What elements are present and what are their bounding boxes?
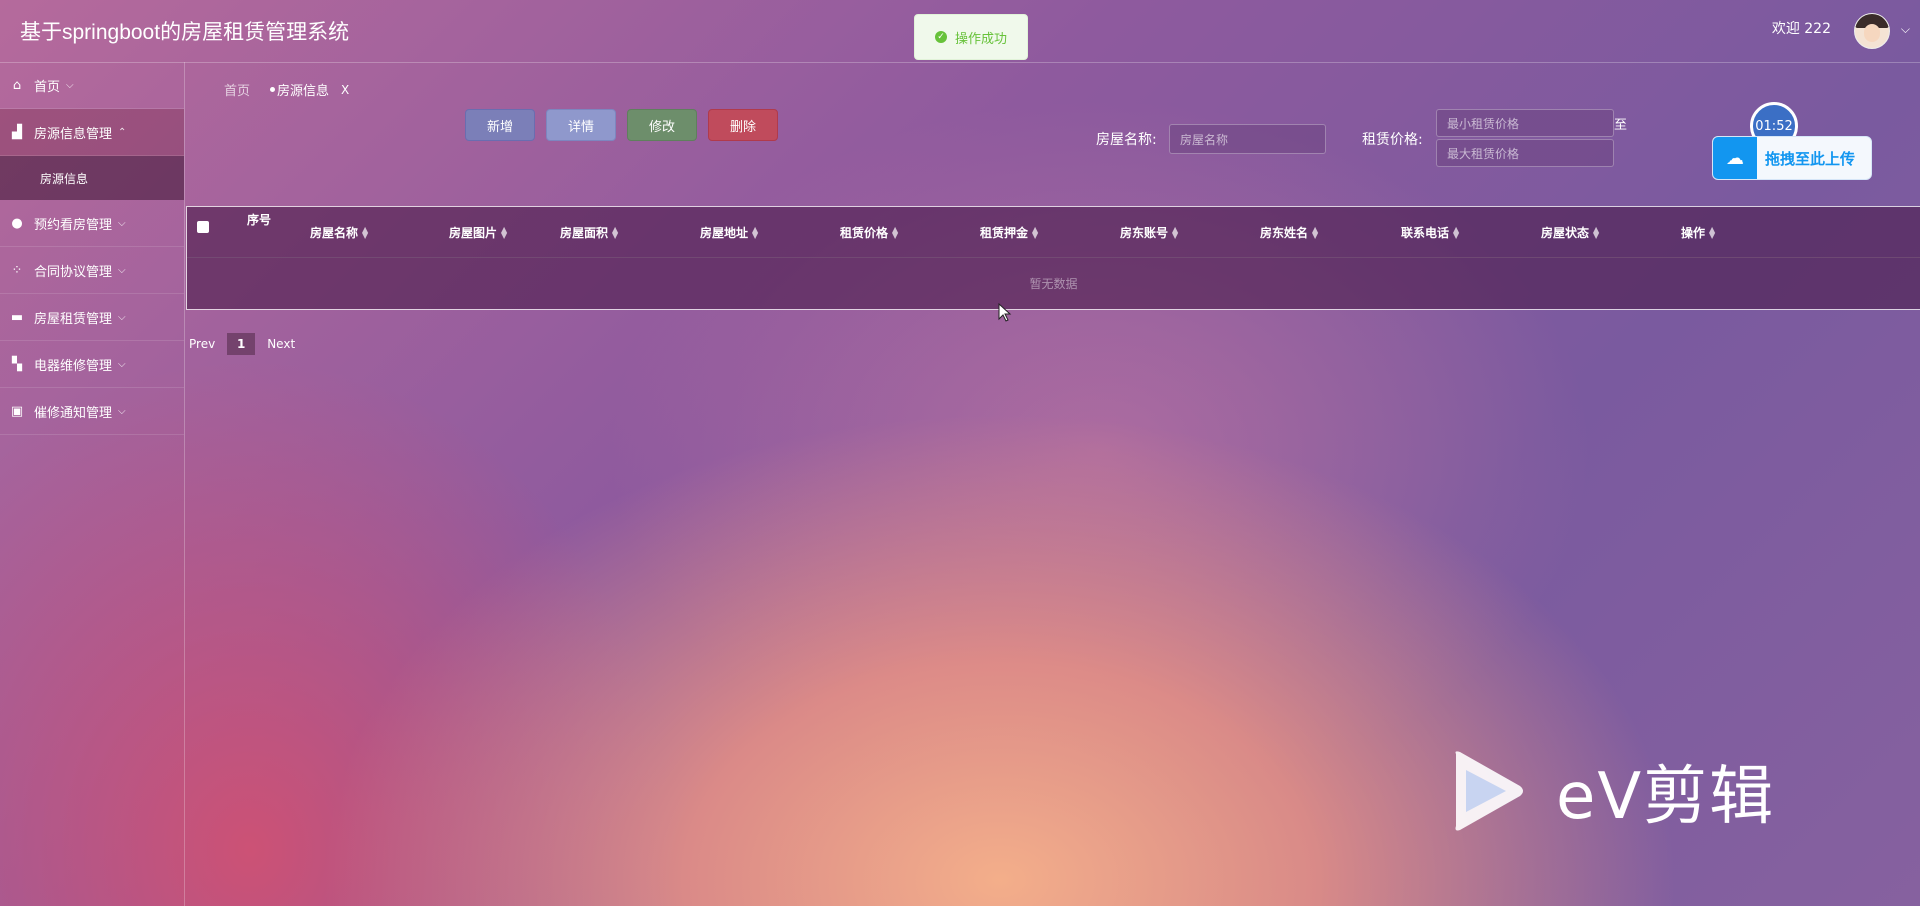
min-price-input[interactable]: 最小租赁价格	[1436, 109, 1614, 137]
sort-icon: ▲ ▼	[1453, 224, 1460, 240]
sort-icon: ▲ ▼	[501, 224, 508, 240]
sidebar-item-label: 房源信息	[40, 171, 89, 186]
sort-icon: ▲ ▼	[362, 224, 369, 240]
add-button[interactable]: 新增	[465, 109, 535, 141]
sidebar-item-label: 预约看房管理	[34, 217, 113, 233]
data-table: 序号 房屋名称 ▲ ▼ 房屋图片 ▲ ▼ 房屋面积 ▲ ▼ 房屋地址 ▲ ▼ 租赁价格 ▲ ▼ 租赁…	[186, 206, 1920, 310]
chevron-down-icon: ⌵	[118, 264, 126, 276]
chevron-down-icon: ⌵	[118, 311, 126, 323]
name-input[interactable]: 房屋名称	[1169, 124, 1326, 154]
breadcrumb: 首页 房源信息 X	[224, 80, 349, 100]
max-price-input[interactable]: 最大租赁价格	[1436, 139, 1614, 167]
column-header[interactable]: 房屋名称 ▲ ▼	[310, 224, 368, 241]
sidebar-subitem-house-info[interactable]: 房源信息	[0, 156, 184, 200]
sidebar-item-notice[interactable]: ▣ 催修通知管理 ⌵	[0, 388, 184, 435]
sort-icon: ▲ ▼	[1032, 224, 1039, 240]
avatar[interactable]	[1854, 13, 1890, 49]
column-header[interactable]: 租赁价格 ▲ ▼	[840, 224, 898, 241]
sort-icon: ▲ ▼	[1593, 224, 1600, 240]
sidebar-item-label: 合同协议管理	[34, 264, 113, 280]
sidebar-item-label: 催修通知管理	[34, 405, 113, 421]
table-header: 序号 房屋名称 ▲ ▼ 房屋图片 ▲ ▼ 房屋面积 ▲ ▼ 房屋地址 ▲ ▼ 租赁价格 ▲ ▼ 租赁…	[187, 207, 1920, 258]
cloud-icon: ☁	[1713, 137, 1757, 179]
chevron-down-icon: ⌵	[66, 79, 74, 91]
sidebar-item-label: 电器维修管理	[34, 358, 113, 374]
chevron-down-icon: ⌵	[118, 217, 126, 229]
detail-button[interactable]: 详情	[546, 109, 616, 141]
select-all-checkbox[interactable]	[197, 221, 209, 233]
column-header[interactable]: 房东姓名 ▲ ▼	[1260, 224, 1318, 241]
sort-icon: ▲ ▼	[892, 224, 899, 240]
sidebar-item-contract[interactable]: ⁘ 合同协议管理 ⌵	[0, 247, 184, 294]
close-icon[interactable]: X	[341, 83, 349, 97]
check-icon: ✓	[934, 31, 947, 43]
chevron-down-icon: ⌵	[118, 358, 126, 370]
column-header[interactable]: 联系电话 ▲ ▼	[1401, 224, 1459, 241]
calendar-icon: ●	[11, 215, 23, 231]
delete-button[interactable]: 删除	[708, 109, 778, 141]
sidebar-item-repair[interactable]: ▚ 电器维修管理 ⌵	[0, 341, 184, 388]
sidebar-item-label: 首页	[34, 79, 61, 95]
play-logo-icon	[1455, 751, 1523, 831]
column-header[interactable]: 序号	[247, 211, 271, 228]
sidebar-item-rental[interactable]: ▬ 房屋租赁管理 ⌵	[0, 294, 184, 341]
sort-icon: ▲ ▼	[1709, 224, 1716, 240]
next-button[interactable]: Next	[267, 337, 295, 351]
column-header[interactable]: 操作 ▲ ▼	[1681, 224, 1715, 241]
sort-icon: ▲ ▼	[752, 224, 759, 240]
apps-icon: ⁘	[11, 262, 23, 278]
watermark: eV剪辑	[1450, 745, 1775, 837]
column-header[interactable]: 租赁押金 ▲ ▼	[980, 224, 1038, 241]
range-separator: 至	[1614, 118, 1628, 133]
sort-icon: ▲ ▼	[1172, 224, 1179, 240]
sort-icon: ▲ ▼	[1312, 224, 1319, 240]
watermark-text: eV剪辑	[1556, 760, 1776, 834]
mouse-cursor-icon	[998, 303, 1012, 322]
success-toast: ✓ 操作成功	[914, 14, 1028, 60]
ticket-icon: ▬	[10, 309, 24, 325]
sort-icon: ▲ ▼	[612, 224, 619, 240]
sidebar-item-viewing[interactable]: ● 预约看房管理 ⌵	[0, 200, 184, 247]
upload-drop-zone[interactable]: ☁ 拖拽至此上传	[1712, 136, 1872, 180]
pagination: Prev 1 Next	[189, 333, 295, 355]
chevron-down-icon[interactable]: ⌵	[1901, 22, 1910, 37]
upload-label: 拖拽至此上传	[1765, 149, 1856, 168]
page-number[interactable]: 1	[227, 333, 256, 355]
column-header[interactable]: 房屋面积 ▲ ▼	[560, 224, 618, 241]
sidebar-item-house-info[interactable]: ▟ 房源信息管理 ⌃	[0, 109, 184, 156]
welcome-text: 欢迎 222	[1771, 21, 1831, 37]
column-header[interactable]: 房屋状态 ▲ ▼	[1541, 224, 1599, 241]
sidebar-item-label: 房屋租赁管理	[34, 311, 113, 327]
chevron-down-icon: ⌵	[118, 405, 126, 417]
breadcrumb-home[interactable]: 首页	[224, 80, 250, 99]
sidebar-item-home[interactable]: ⌂ 首页 ⌵	[0, 62, 184, 109]
gift-icon: ▣	[10, 403, 24, 419]
empty-state: 暂无数据	[187, 257, 1920, 309]
tool-icon: ▚	[12, 356, 22, 372]
column-header[interactable]: 房东账号 ▲ ▼	[1120, 224, 1178, 241]
building-icon: ▟	[12, 124, 22, 140]
name-label: 房屋名称:	[1096, 132, 1157, 148]
top-bar: 基于springboot的房屋租赁管理系统 ✓ 操作成功 欢迎 222 ⌵	[0, 0, 1920, 63]
column-header[interactable]: 房屋图片 ▲ ▼	[449, 224, 507, 241]
price-label: 租赁价格:	[1362, 132, 1423, 148]
column-header[interactable]: 房屋地址 ▲ ▼	[700, 224, 758, 241]
breadcrumb-current[interactable]: 房源信息	[277, 80, 329, 99]
app-title: 基于springboot的房屋租赁管理系统	[20, 21, 350, 44]
edit-button[interactable]: 修改	[627, 109, 697, 141]
sidebar: ⌂ 首页 ⌵ ▟ 房源信息管理 ⌃ 房源信息 ● 预约看房管理 ⌵ ⁘ 合同协议…	[0, 62, 185, 906]
dot-icon	[270, 87, 276, 92]
prev-button[interactable]: Prev	[189, 337, 215, 351]
toast-message: 操作成功	[954, 31, 1007, 47]
chevron-up-icon: ⌃	[118, 126, 127, 138]
home-icon: ⌂	[12, 77, 22, 93]
sidebar-item-label: 房源信息管理	[34, 126, 113, 142]
